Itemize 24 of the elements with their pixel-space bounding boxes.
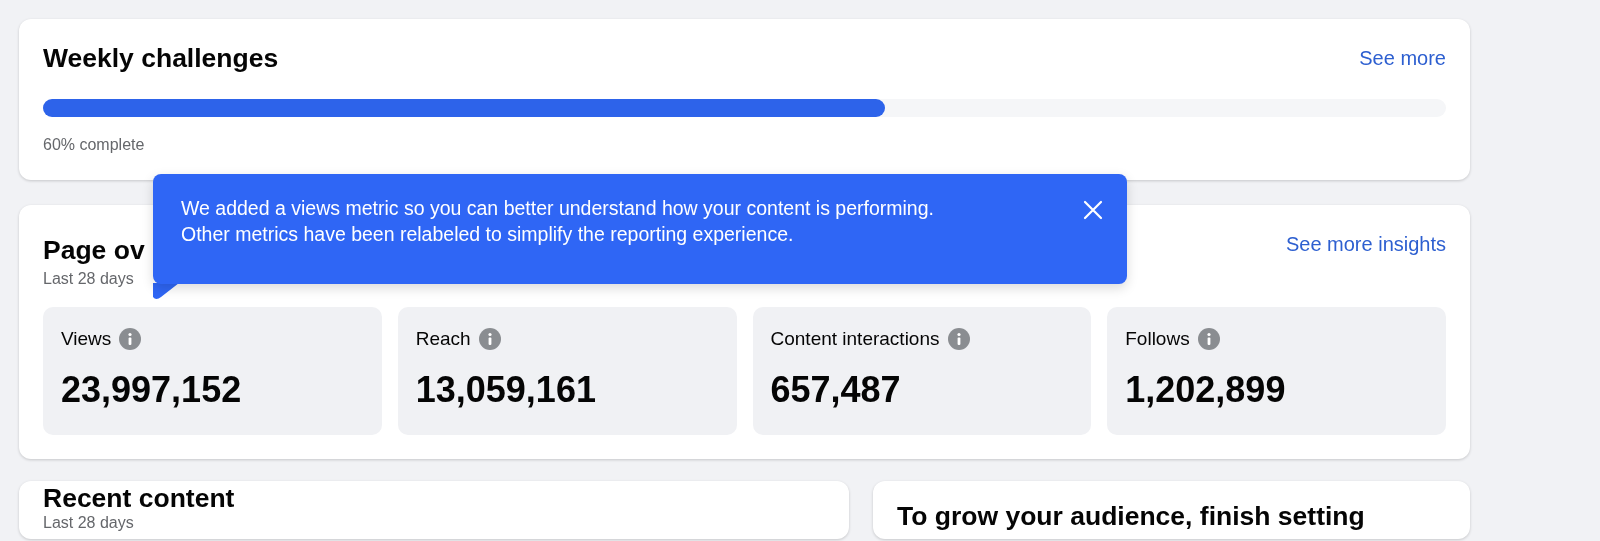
info-icon[interactable] xyxy=(478,328,501,351)
metric-label: Follows xyxy=(1125,326,1190,351)
card-subtitle: Last 28 days xyxy=(43,515,135,532)
metric-value: 657,487 xyxy=(770,368,902,413)
see-more-link[interactable]: See more xyxy=(1359,43,1446,73)
tooltip-text: We added a views metric so you can better understand how your content is performing. xyxy=(181,196,935,221)
card-title: Recent content xyxy=(43,483,236,516)
info-icon[interactable] xyxy=(947,328,970,351)
metric-value: 23,997,152 xyxy=(61,368,243,413)
metric-value: 13,059,161 xyxy=(415,368,597,413)
card-title: To grow your audience, finish setting xyxy=(897,501,1366,534)
close-icon xyxy=(1083,199,1103,220)
metric-label: Content interactions xyxy=(770,326,940,351)
card-title: Weekly challenges xyxy=(43,43,279,75)
see-more-insights-link[interactable]: See more insights xyxy=(1285,229,1446,259)
info-icon[interactable] xyxy=(1197,328,1220,351)
card-subtitle: Last 28 days xyxy=(43,268,135,289)
info-icon[interactable] xyxy=(119,328,142,351)
progress-text: 60% complete xyxy=(43,134,146,155)
tooltip-text: Other metrics have been relabeled to simplify the reporting experience. xyxy=(181,221,795,247)
metric-label: Views xyxy=(61,326,112,351)
metric-label: Reach xyxy=(415,326,471,351)
card-title: Page ov xyxy=(43,235,145,267)
metric-value: 1,202,899 xyxy=(1125,368,1287,413)
